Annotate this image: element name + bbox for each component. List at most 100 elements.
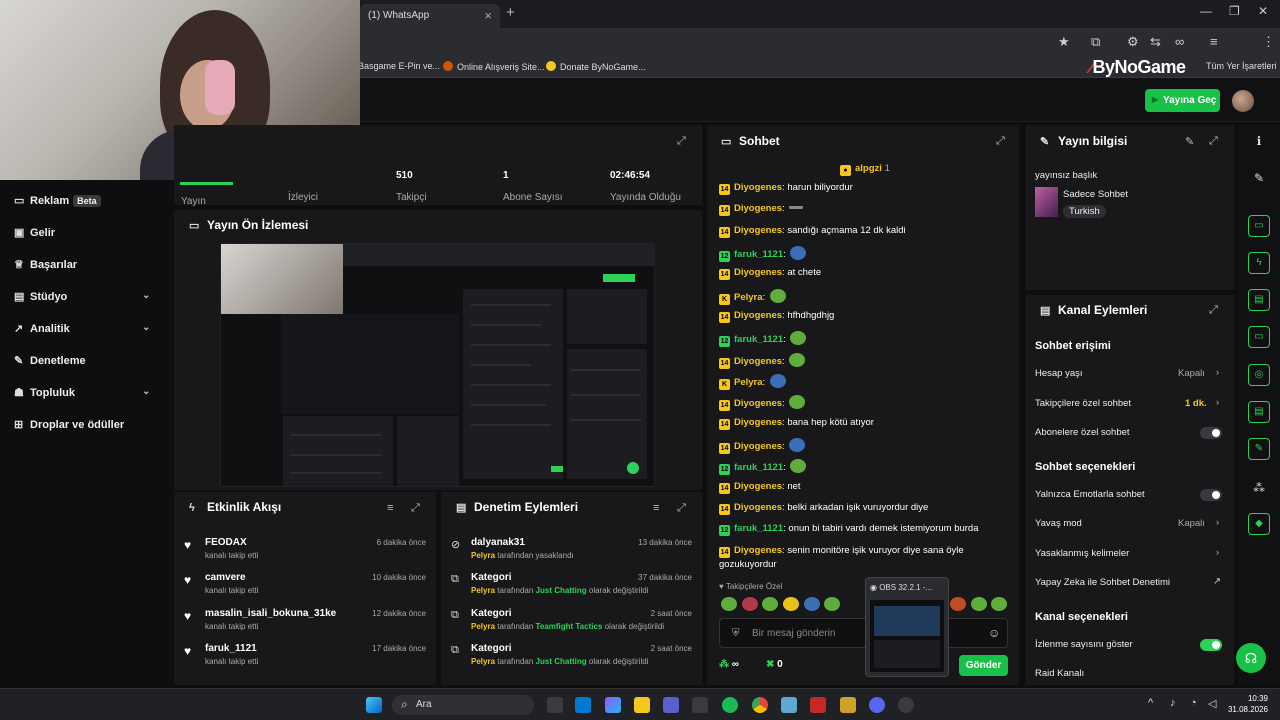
all-bookmarks[interactable]: Tüm Yer İşaretleri — [1206, 61, 1277, 71]
start-icon[interactable] — [366, 697, 382, 713]
obs-taskbar-thumbnail[interactable]: ◉ OBS 32.2.1 -... — [865, 577, 949, 677]
filter-icon[interactable]: ≡ — [653, 502, 659, 514]
feed-user[interactable]: faruk_1121 — [205, 643, 257, 654]
expand-icon[interactable]: ⤢ — [411, 502, 420, 515]
queue-icon[interactable]: ≡ — [1210, 34, 1218, 49]
close-tab-icon[interactable]: × — [484, 8, 492, 23]
user-avatar[interactable] — [1232, 90, 1254, 112]
emote-icon[interactable] — [762, 597, 779, 611]
chat-username[interactable]: Diyogenes — [734, 356, 782, 367]
document-icon[interactable]: ▤ — [1248, 401, 1270, 423]
emote-icon[interactable] — [970, 597, 987, 611]
emote-icon[interactable] — [782, 597, 799, 611]
emote-icon[interactable] — [741, 597, 758, 611]
chat-username[interactable]: Diyogenes — [734, 441, 782, 452]
tag-icon[interactable]: ◆ — [1248, 513, 1270, 535]
sidebar-item-denetleme[interactable]: ✎ Denetleme — [14, 354, 86, 374]
app-icon[interactable] — [781, 697, 797, 713]
emote-only-toggle[interactable] — [1200, 489, 1222, 501]
taskbar-search[interactable]: Ara — [392, 695, 534, 715]
chat-username[interactable]: Diyogenes — [734, 203, 782, 214]
network-icon[interactable]: ◔ — [1190, 697, 1197, 709]
translate-icon[interactable]: ⇆ — [1150, 34, 1161, 50]
followers-chat-value[interactable]: 1 dk. — [1185, 398, 1207, 409]
go-live-button[interactable]: Yayına Geç — [1145, 89, 1220, 112]
teams-icon[interactable] — [663, 697, 679, 713]
explorer-icon[interactable] — [634, 697, 650, 713]
emote-icon[interactable] — [991, 597, 1008, 611]
maximize-icon[interactable]: ❐ — [1229, 4, 1240, 18]
expand-icon[interactable]: ⤢ — [996, 135, 1005, 148]
sidebar-item-topluluk[interactable]: ☗ Topluluk ⌄ — [14, 386, 164, 406]
list-icon[interactable]: ▤ — [1248, 289, 1270, 311]
sidebar-item-analitik[interactable]: ↗ Analitik ⌄ — [14, 322, 164, 342]
chat-icon[interactable]: ▭ — [1248, 326, 1270, 348]
window-close-icon[interactable]: ✕ — [1258, 4, 1268, 18]
chevron-right-icon[interactable]: › — [1216, 367, 1219, 378]
chat-username[interactable]: Diyogenes — [734, 502, 782, 513]
chrome-icon[interactable] — [752, 697, 768, 713]
emoji-icon[interactable]: ☺ — [988, 626, 1000, 640]
outlook-icon[interactable] — [575, 697, 591, 713]
chat-username[interactable]: Diyogenes — [734, 310, 782, 321]
browser-tab[interactable]: (1) WhatsApp × — [360, 4, 500, 28]
account-age-value[interactable]: Kapalı — [1178, 368, 1205, 379]
chat-username[interactable]: faruk_1121 — [734, 249, 783, 260]
menu-icon[interactable]: ⋮ — [1262, 34, 1275, 50]
chevron-right-icon[interactable]: › — [1216, 397, 1219, 408]
pinned-user[interactable]: ● alpgzi 1 — [840, 163, 890, 176]
app-icon[interactable] — [840, 697, 856, 713]
chat-username[interactable]: Diyogenes — [734, 267, 782, 278]
chat-username[interactable]: Diyogenes — [734, 182, 782, 193]
chat-username[interactable]: Pelyra — [734, 377, 763, 388]
bookmark-item[interactable]: Basgame E-Pin ve... — [358, 61, 440, 71]
chat-username[interactable]: Diyogenes — [734, 225, 782, 236]
task-view-icon[interactable] — [547, 697, 563, 713]
chevron-right-icon[interactable]: › — [1216, 517, 1219, 528]
support-chat-button[interactable]: ☊ — [1236, 643, 1266, 673]
star-icon[interactable]: ★ — [1058, 34, 1070, 50]
link-icon[interactable]: ∞ — [1175, 34, 1184, 49]
filter-icon[interactable]: ≡ — [387, 502, 393, 514]
feed-user[interactable]: camvere — [205, 572, 246, 583]
send-button[interactable]: Gönder — [959, 655, 1008, 676]
emote-icon[interactable] — [950, 597, 966, 611]
subs-chat-toggle[interactable] — [1200, 427, 1222, 439]
sidebar-item-reklam[interactable]: ▭ Reklam Beta — [14, 194, 101, 214]
emote-icon[interactable] — [721, 597, 737, 611]
screen-icon[interactable]: ▭ — [1248, 215, 1270, 237]
chat-username[interactable]: faruk_1121 — [734, 462, 783, 473]
new-tab-icon[interactable]: + — [506, 4, 515, 21]
chat-username[interactable]: Diyogenes — [734, 545, 782, 556]
ai-moderation-label[interactable]: Yapay Zeka ile Sohbet Denetimi — [1035, 577, 1170, 588]
sidebar-item-basarilar[interactable]: ♕ Başarılar — [14, 258, 77, 278]
target-icon[interactable]: ◎ — [1248, 364, 1270, 386]
stream-category[interactable]: Sadece Sohbet — [1063, 189, 1128, 200]
tray-chevron-icon[interactable]: ^ — [1148, 697, 1153, 709]
feed-user[interactable]: masalin_isali_bokuna_31ke — [205, 608, 336, 619]
chat-username[interactable]: faruk_1121 — [734, 334, 783, 345]
wrench-icon[interactable]: ✎ — [1248, 438, 1270, 460]
chat-username[interactable]: Diyogenes — [734, 417, 782, 428]
info-icon[interactable]: ℹ — [1248, 130, 1270, 152]
copilot-icon[interactable] — [605, 697, 621, 713]
channel-points[interactable]: ⁂ ∞ — [719, 659, 739, 670]
sidebar-item-droplar[interactable]: ⊞ Droplar ve ödüller — [14, 418, 124, 438]
chevron-right-icon[interactable]: › — [1216, 547, 1219, 558]
emote-icon[interactable] — [803, 597, 820, 611]
edit-icon[interactable]: ✎ — [1248, 167, 1270, 189]
banned-words-label[interactable]: Yasaklanmış kelimeler — [1035, 548, 1129, 559]
chat-username[interactable]: Diyogenes — [734, 398, 782, 409]
sidebar-item-gelir[interactable]: ▣ Gelir — [14, 226, 55, 246]
site-logo[interactable]: ⁄ByNoGame — [1090, 57, 1186, 78]
store-icon[interactable] — [692, 697, 708, 713]
spotify-icon[interactable] — [722, 697, 738, 713]
chat-username[interactable]: Diyogenes — [734, 481, 782, 492]
bolt-icon[interactable]: ϟ — [1248, 252, 1270, 274]
slow-mode-value[interactable]: Kapalı — [1178, 518, 1205, 529]
show-viewers-toggle[interactable] — [1200, 639, 1222, 651]
bookmark-item[interactable]: Donate ByNoGame... — [546, 61, 646, 72]
expand-icon[interactable]: ⤢ — [1209, 135, 1218, 148]
points-icon[interactable]: ⁂ — [1248, 477, 1270, 499]
extension-icon[interactable]: ⧉ — [1091, 34, 1100, 50]
